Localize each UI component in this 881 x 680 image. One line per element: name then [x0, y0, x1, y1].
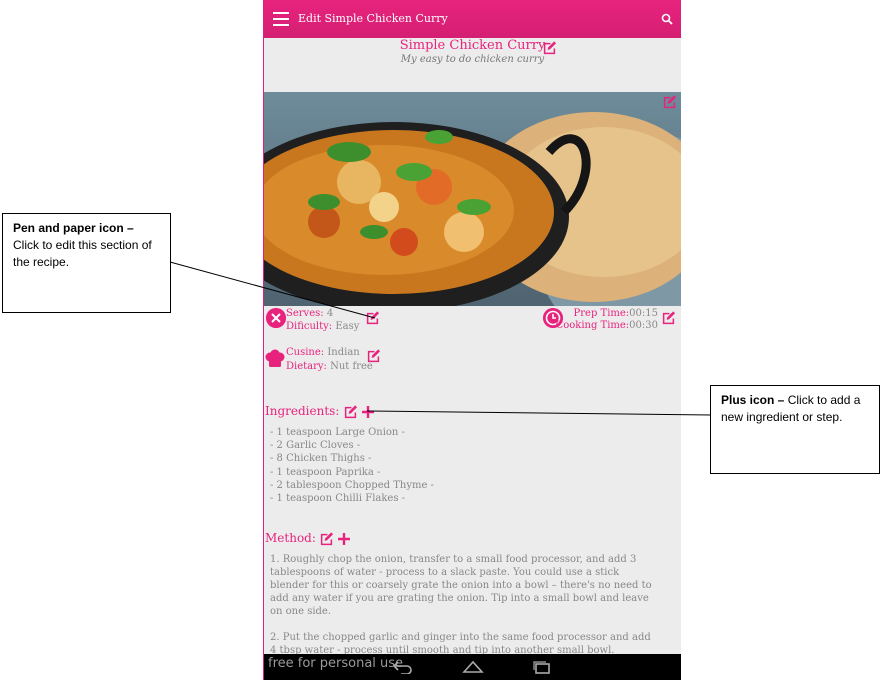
method-heading: Method: — [265, 531, 316, 545]
pen-callout-title: Pen and paper icon – — [13, 221, 134, 235]
serves-label: Serves: — [286, 308, 324, 319]
prep-time-value: 00:15 — [629, 308, 658, 319]
phone-screen: Edit Simple Chicken Curry Simple Chicken… — [263, 0, 681, 680]
back-icon[interactable] — [392, 660, 414, 674]
method-step: 1. Roughly chop the onion, transfer to a… — [270, 554, 652, 617]
ingredient-item: - 2 tablespoon Chopped Thyme - — [270, 480, 434, 491]
edit-title-icon[interactable] — [542, 40, 557, 55]
app-bar: Edit Simple Chicken Curry — [264, 0, 681, 38]
pen-icon-callout: Pen and paper icon – Click to edit this … — [2, 213, 171, 313]
cuisine-value: Indian — [327, 347, 360, 358]
edit-method-icon[interactable] — [319, 531, 334, 546]
dietary-row: Dietary: Nut free — [286, 361, 373, 373]
prep-time-row: Prep Time:00:15 — [574, 308, 658, 320]
ingredient-item: - 8 Chicken Thighs - — [270, 453, 372, 464]
search-icon[interactable] — [661, 13, 673, 25]
cuisine-row: Cusine: Indian — [286, 347, 360, 359]
add-ingredient-plus-icon[interactable] — [361, 405, 375, 419]
ingredient-item: - 1 teaspoon Chilli Flakes - — [270, 493, 406, 504]
home-icon[interactable] — [462, 660, 484, 674]
ingredient-item: - 1 teaspoon Large Onion - — [270, 427, 405, 438]
curry-bowl-illustration — [264, 112, 681, 306]
edit-ingredients-icon[interactable] — [343, 404, 358, 419]
ingredient-item: - 2 Garlic Cloves - — [270, 440, 361, 451]
cooking-time-row: Cooking Time:00:30 — [556, 320, 658, 332]
difficulty-value: Easy — [335, 321, 360, 332]
plus-callout-title: Plus icon – — [721, 393, 785, 407]
edit-cuisine-icon[interactable] — [366, 348, 381, 363]
ingredient-item: - 1 teaspoon Paprika - — [270, 467, 381, 478]
serves-row: Serves: 4 — [286, 308, 333, 320]
edit-time-icon[interactable] — [661, 310, 676, 325]
cooking-time-label: Cooking Time: — [555, 320, 630, 331]
edit-photo-icon[interactable] — [662, 94, 677, 109]
prep-time-label: Prep Time: — [573, 308, 630, 319]
watermark-text: free for personal use — [268, 656, 404, 671]
dietary-label: Dietary: — [286, 361, 327, 372]
pen-callout-text: Click to edit this section of the recipe… — [13, 238, 152, 269]
ingredients-heading: Ingredients: — [265, 404, 340, 418]
plus-icon-callout: Plus icon – Click to add a new ingredien… — [710, 385, 880, 474]
recipe-photo — [264, 92, 681, 306]
app-bar-title: Edit Simple Chicken Curry — [298, 12, 448, 25]
difficulty-row: Dificulty: Easy — [286, 321, 359, 333]
add-step-plus-icon[interactable] — [337, 532, 351, 546]
recipe-title: Simple Chicken Curry — [399, 38, 546, 53]
recent-apps-icon[interactable] — [531, 660, 553, 674]
serves-value: 4 — [326, 308, 334, 319]
cooking-time-value: 00:30 — [629, 320, 658, 331]
difficulty-label: Dificulty: — [286, 321, 333, 332]
close-circle-icon[interactable] — [266, 308, 286, 328]
method-steps: 1. Roughly chop the onion, transfer to a… — [270, 553, 658, 670]
cuisine-label: Cusine: — [286, 347, 325, 358]
hamburger-menu-icon[interactable] — [273, 12, 289, 26]
edit-serves-icon[interactable] — [365, 310, 380, 325]
chef-hat-icon — [265, 349, 285, 367]
recipe-subtitle: My easy to do chicken curry — [400, 54, 545, 65]
